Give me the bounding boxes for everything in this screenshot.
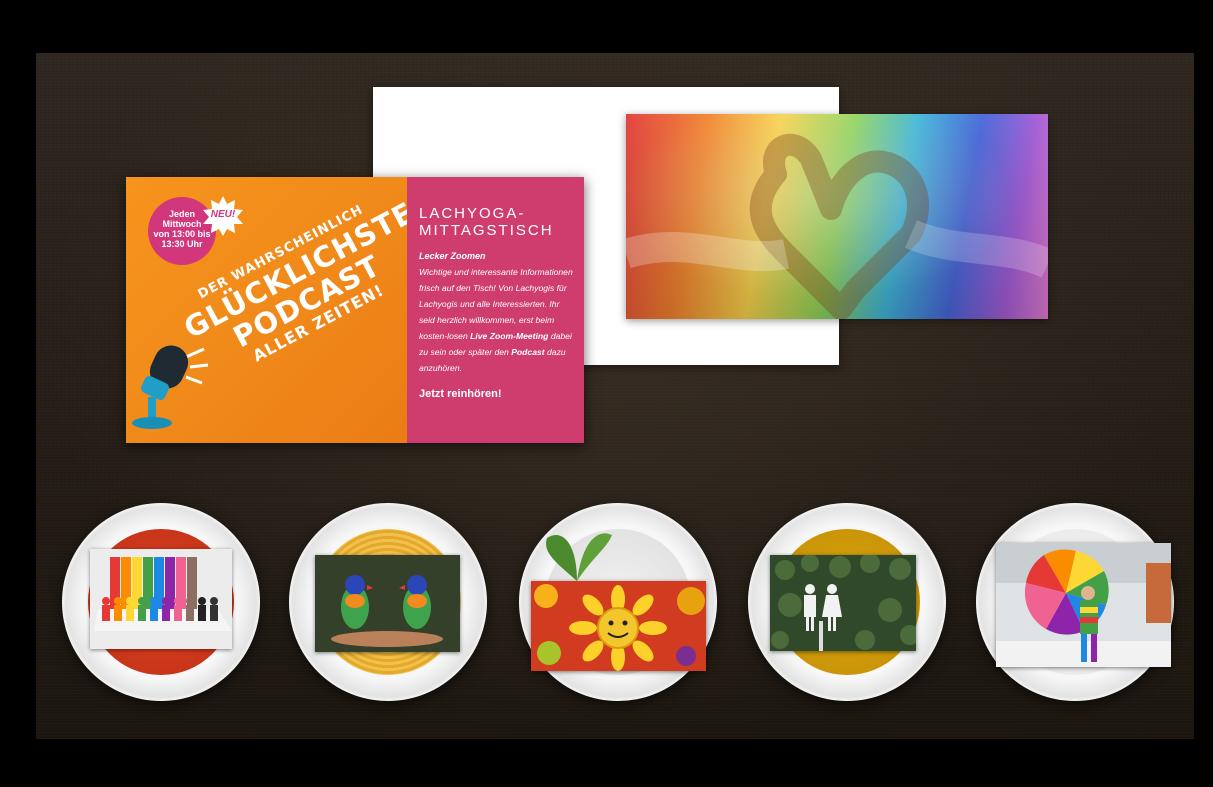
rainbow-heart-hands-photo[interactable] — [626, 114, 1048, 319]
presentation-slide: Jeden Mittwoch von 13:00 bis 13:30 Uhr N… — [36, 53, 1194, 739]
banner-right-panel: LACHYOGA- MITTAGSTISCH Lecker Zoomen Wic… — [407, 177, 584, 443]
plate-1 — [62, 503, 260, 701]
restroom-sign-photo[interactable] — [770, 555, 916, 651]
title-line-2: MITTAGSTISCH — [419, 222, 554, 239]
description-text: Wichtige und interessante Informationen … — [419, 264, 574, 376]
new-starburst: NEU! — [202, 195, 244, 237]
lorikeets-photo[interactable] — [315, 555, 460, 652]
heart-hands-icon — [626, 133, 1048, 319]
salad-leaf-icon — [546, 533, 612, 581]
plate-5 — [976, 503, 1174, 701]
rainbow-umbrella-icon — [996, 543, 1171, 667]
podcast-emphasis: Podcast — [511, 347, 545, 357]
new-label: NEU! — [210, 209, 236, 220]
plate-3 — [519, 503, 717, 701]
listen-now-link[interactable]: Jetzt reinhören! — [419, 388, 574, 400]
banner-left-panel: Jeden Mittwoch von 13:00 bis 13:30 Uhr N… — [126, 177, 407, 443]
title-line-1: LACHYOGA- — [419, 205, 526, 222]
subtitle: Lecker Zoomen — [419, 251, 486, 261]
plate-4 — [748, 503, 946, 701]
sunflower-icon — [531, 581, 706, 671]
rainbow-umbrella-person-photo[interactable] — [996, 543, 1171, 667]
microphone-icon — [132, 345, 209, 429]
lachyoga-title: LACHYOGA- MITTAGSTISCH — [419, 205, 574, 239]
description-part-1: Wichtige und interessante Informationen … — [419, 267, 573, 341]
smiling-sunflower-photo[interactable] — [531, 581, 706, 671]
plate-2 — [289, 503, 487, 701]
podcast-banner[interactable]: Jeden Mittwoch von 13:00 bis 13:30 Uhr N… — [126, 177, 584, 443]
live-zoom-emphasis: Live Zoom-Meeting — [470, 331, 549, 341]
parrots-icon — [315, 555, 460, 652]
badge-line-4: 13:30 Uhr — [161, 239, 203, 249]
restroom-sign-icon — [770, 555, 916, 651]
rainbow-figures-photo[interactable] — [90, 549, 232, 649]
rainbow-figures-icon — [90, 549, 232, 649]
